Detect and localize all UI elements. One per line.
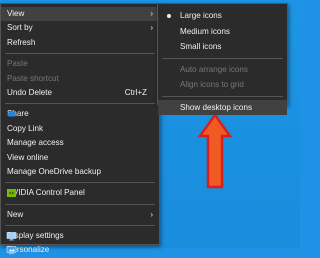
menu-item-manage-onedrive-backup[interactable]: Manage OneDrive backup xyxy=(1,165,159,179)
menu-item-paste-shortcut-label: Paste shortcut xyxy=(7,73,59,83)
submenu-item-auto-arrange-icons-label: Auto arrange icons xyxy=(180,64,248,74)
radio-dot-icon xyxy=(167,14,171,18)
view-submenu: Large icons Medium icons Small icons Aut… xyxy=(157,3,288,115)
submenu-item-large-icons-label: Large icons xyxy=(180,11,222,20)
menu-item-refresh[interactable]: Refresh xyxy=(1,36,159,50)
submenu-separator xyxy=(162,95,283,97)
menu-separator xyxy=(5,103,155,105)
chevron-right-icon: › xyxy=(150,209,153,219)
submenu-separator xyxy=(162,57,283,59)
menu-item-manage-access[interactable]: Manage access xyxy=(1,136,159,150)
submenu-item-large-icons[interactable]: Large icons xyxy=(158,8,287,24)
menu-item-share[interactable]: Share xyxy=(1,107,159,121)
menu-item-manage-access-label: Manage access xyxy=(7,138,64,148)
menu-item-undo-delete-label: Undo Delete xyxy=(7,87,52,97)
menu-item-refresh-label: Refresh xyxy=(7,37,36,47)
submenu-item-auto-arrange-icons: Auto arrange icons xyxy=(158,62,287,78)
menu-separator xyxy=(5,182,155,184)
menu-item-nvidia-control-panel-label: NVIDIA Control Panel xyxy=(7,188,85,198)
submenu-item-show-desktop-icons[interactable]: Show desktop icons xyxy=(158,99,287,115)
desktop-context-menu: View › Sort by › Refresh Paste Paste sho… xyxy=(0,3,160,255)
menu-item-view-label: View xyxy=(7,9,25,18)
submenu-item-small-icons-label: Small icons xyxy=(180,42,222,51)
nvidia-icon xyxy=(7,189,16,198)
submenu-item-small-icons[interactable]: Small icons xyxy=(158,39,287,55)
cloud-icon xyxy=(7,111,16,117)
menu-item-view-online-label: View online xyxy=(7,152,49,162)
submenu-item-align-icons-to-grid: Align icons to grid xyxy=(158,77,287,93)
menu-item-display-settings[interactable]: Display settings xyxy=(1,229,159,243)
personalize-icon xyxy=(6,246,17,255)
menu-separator xyxy=(5,203,155,205)
submenu-item-medium-icons[interactable]: Medium icons xyxy=(158,24,287,40)
menu-item-copy-link-label: Copy Link xyxy=(7,123,43,133)
display-icon xyxy=(6,232,17,241)
menu-item-paste-shortcut: Paste shortcut xyxy=(1,72,159,86)
chevron-right-icon: › xyxy=(150,23,153,33)
menu-separator xyxy=(5,225,155,227)
menu-item-view-online[interactable]: View online xyxy=(1,151,159,165)
menu-item-sort-by[interactable]: Sort by › xyxy=(1,21,159,35)
undo-delete-shortcut: Ctrl+Z xyxy=(124,87,147,97)
submenu-item-medium-icons-label: Medium icons xyxy=(180,26,230,36)
menu-item-view[interactable]: View › xyxy=(1,7,159,22)
menu-item-personalize[interactable]: Personalize xyxy=(1,243,159,257)
up-arrow-icon xyxy=(197,112,233,189)
menu-item-manage-onedrive-backup-label: Manage OneDrive backup xyxy=(7,166,102,176)
chevron-right-icon: › xyxy=(150,9,153,18)
submenu-item-show-desktop-icons-label: Show desktop icons xyxy=(180,102,252,112)
menu-item-new[interactable]: New › xyxy=(1,208,159,222)
submenu-item-align-icons-to-grid-label: Align icons to grid xyxy=(180,80,244,89)
menu-item-copy-link[interactable]: Copy Link xyxy=(1,122,159,136)
menu-item-paste: Paste xyxy=(1,57,159,71)
menu-item-paste-label: Paste xyxy=(7,59,28,69)
menu-item-new-label: New xyxy=(7,209,24,219)
menu-item-nvidia-control-panel[interactable]: NVIDIA Control Panel xyxy=(1,186,159,200)
menu-item-sort-by-label: Sort by xyxy=(7,23,33,33)
menu-item-undo-delete[interactable]: Undo Delete Ctrl+Z xyxy=(1,86,159,100)
menu-separator xyxy=(5,53,155,55)
